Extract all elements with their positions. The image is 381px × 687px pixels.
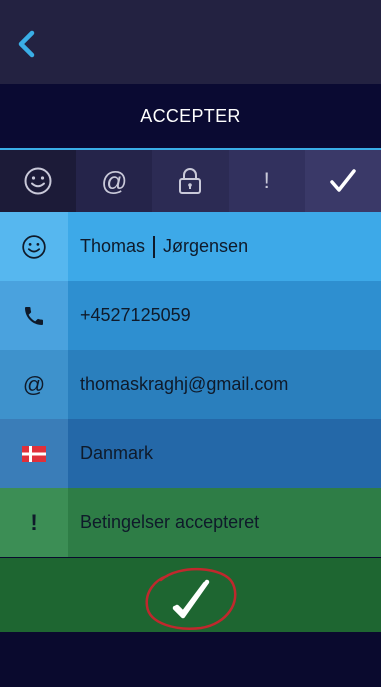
last-name: Jørgensen xyxy=(163,236,249,256)
tab-accept[interactable] xyxy=(304,150,381,212)
at-icon: @ xyxy=(101,165,128,196)
page-title-text: ACCEPTER xyxy=(140,105,241,126)
text-cursor xyxy=(153,235,156,258)
name-row[interactable]: Thomas Jørgensen xyxy=(0,212,381,281)
email-row-icon: @ xyxy=(0,350,68,419)
top-bar xyxy=(0,0,381,84)
terms-row[interactable]: ! Betingelser accepteret xyxy=(0,488,381,557)
chevron-left-icon xyxy=(18,30,35,58)
exclamation-icon: ! xyxy=(30,509,38,535)
annotation-circle xyxy=(145,568,236,630)
danish-flag-icon xyxy=(22,445,46,462)
smiley-icon xyxy=(24,167,52,195)
step-tabs: @ ! xyxy=(0,150,381,212)
check-icon xyxy=(145,568,236,630)
email-value[interactable]: thomaskraghj@gmail.com xyxy=(68,350,381,419)
tab-terms[interactable]: ! xyxy=(228,150,305,212)
lock-icon xyxy=(179,168,202,194)
check-icon xyxy=(330,169,356,192)
terms-row-icon: ! xyxy=(0,488,68,557)
first-name: Thomas xyxy=(80,236,146,256)
phone-row[interactable]: +4527125059 xyxy=(0,281,381,350)
phone-value[interactable]: +4527125059 xyxy=(68,281,381,350)
tab-password[interactable] xyxy=(152,150,229,212)
bottom-bar xyxy=(0,632,381,687)
name-row-icon xyxy=(0,212,68,281)
back-button[interactable] xyxy=(12,26,40,62)
country-row[interactable]: Danmark xyxy=(0,419,381,488)
smiley-icon xyxy=(22,234,46,259)
tab-profile[interactable] xyxy=(0,150,77,212)
country-value[interactable]: Danmark xyxy=(68,419,381,488)
phone-row-icon xyxy=(0,281,68,350)
exclamation-icon: ! xyxy=(263,168,270,193)
phone-icon xyxy=(25,306,43,325)
page-title: ACCEPTER xyxy=(0,84,381,148)
country-row-icon xyxy=(0,419,68,488)
confirm-button[interactable] xyxy=(0,558,381,632)
tab-email[interactable]: @ xyxy=(76,150,153,212)
terms-value[interactable]: Betingelser accepteret xyxy=(68,488,381,557)
at-icon: @ xyxy=(22,371,46,397)
email-row[interactable]: @ thomaskraghj@gmail.com xyxy=(0,350,381,419)
name-value[interactable]: Thomas Jørgensen xyxy=(68,212,381,281)
